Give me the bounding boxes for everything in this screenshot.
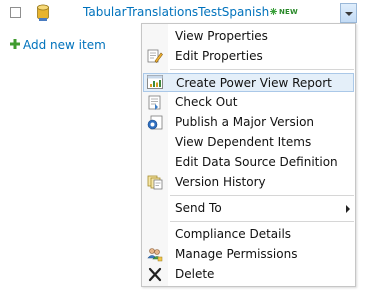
manage-permissions-icon bbox=[147, 248, 163, 262]
menu-item-create-power-view-report[interactable]: Create Power View Report bbox=[143, 73, 354, 92]
menu-item-label: View Properties bbox=[175, 29, 268, 43]
publish-icon bbox=[147, 115, 163, 130]
add-new-item-label: Add new item bbox=[23, 38, 106, 52]
menu-item-publish-major-version[interactable]: Publish a Major Version bbox=[143, 113, 354, 132]
menu-item-send-to[interactable]: Send To bbox=[143, 199, 354, 218]
menu-item-label: Manage Permissions bbox=[175, 247, 298, 261]
menu-item-edit-data-source-definition[interactable]: Edit Data Source Definition bbox=[143, 153, 354, 172]
menu-item-label: Publish a Major Version bbox=[175, 115, 315, 129]
menu-item-label: Check Out bbox=[175, 95, 238, 109]
menu-item-view-properties[interactable]: View Properties bbox=[143, 27, 354, 46]
item-context-menu: View Properties Edit Properties Create P… bbox=[141, 23, 356, 287]
menu-item-label: Send To bbox=[175, 201, 222, 215]
select-item-checkbox[interactable] bbox=[10, 7, 21, 18]
item-title-link[interactable]: TabularTranslationsTestSpanish bbox=[83, 5, 269, 19]
version-history-icon bbox=[147, 175, 163, 190]
power-view-icon bbox=[147, 75, 163, 89]
document-library-view: TabularTranslationsTestSpanish NEW Add n… bbox=[0, 0, 367, 295]
menu-item-label: Edit Properties bbox=[175, 49, 263, 63]
menu-item-label: Delete bbox=[175, 267, 215, 281]
menu-item-label: Version History bbox=[175, 175, 266, 189]
menu-item-delete[interactable]: Delete bbox=[143, 265, 354, 284]
menu-item-label: Compliance Details bbox=[175, 227, 292, 241]
delete-icon bbox=[148, 267, 162, 282]
check-out-icon bbox=[148, 95, 161, 110]
menu-item-label: View Dependent Items bbox=[175, 135, 312, 149]
plus-icon bbox=[10, 39, 20, 49]
menu-item-manage-permissions[interactable]: Manage Permissions bbox=[143, 245, 354, 264]
menu-item-label: Create Power View Report bbox=[176, 76, 332, 90]
chevron-down-icon bbox=[345, 12, 353, 16]
chevron-right-icon bbox=[346, 205, 350, 213]
menu-separator bbox=[170, 69, 354, 70]
menu-separator bbox=[170, 221, 354, 222]
new-icon bbox=[270, 8, 277, 15]
menu-separator bbox=[170, 195, 354, 196]
menu-item-view-dependent-items[interactable]: View Dependent Items bbox=[143, 133, 354, 152]
menu-item-edit-properties[interactable]: Edit Properties bbox=[143, 47, 354, 66]
menu-item-check-out[interactable]: Check Out bbox=[143, 93, 354, 112]
item-menu-button[interactable] bbox=[340, 3, 357, 23]
menu-item-compliance-details[interactable]: Compliance Details bbox=[143, 225, 354, 244]
data-source-icon bbox=[37, 4, 49, 21]
edit-properties-icon bbox=[147, 49, 163, 63]
new-badge: NEW bbox=[279, 8, 298, 16]
menu-item-label: Edit Data Source Definition bbox=[175, 155, 338, 169]
menu-item-version-history[interactable]: Version History bbox=[143, 173, 354, 192]
